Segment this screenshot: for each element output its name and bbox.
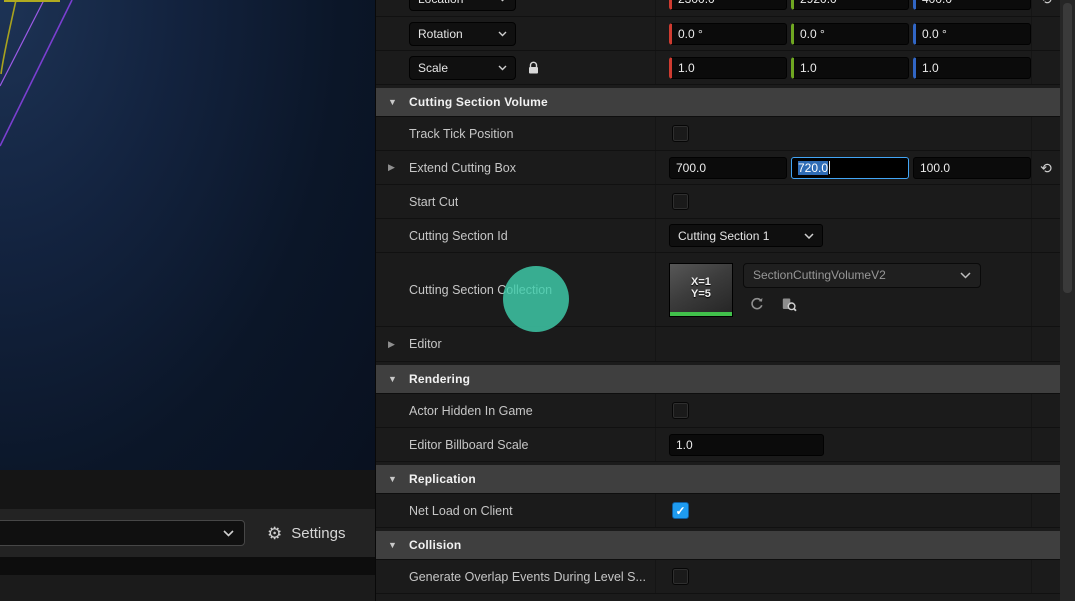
rotation-dropdown[interactable]: Rotation [409,21,516,46]
asset-select-dropdown[interactable]: SectionCuttingVolumeV2 [743,262,981,288]
bottom-panel [0,575,375,601]
rotation-z-input[interactable]: 0.0 ° [913,22,1031,45]
bottom-dropdown[interactable] [0,520,245,546]
collapse-arrow-icon: ▼ [388,474,397,484]
chevron-down-icon [498,65,507,70]
actor-hidden-in-game-checkbox[interactable] [672,402,689,419]
scrollbar-thumb[interactable] [1063,3,1072,293]
expand-arrow-icon[interactable]: ▶ [388,162,395,173]
property-row-generate-overlap-events: Generate Overlap Events During Level S..… [376,560,1075,594]
property-row-editor-billboard-scale: Editor Billboard Scale 1.0 [376,428,1075,462]
details-panel: Location 2300.0 2920.0 400.0 ⟲ [375,0,1075,601]
property-row-cutting-section-collection: Cutting Section Collection X=1 Y=5 Secti… [376,253,1075,327]
bottom-panel-spacer [0,470,375,509]
location-dropdown[interactable]: Location [409,0,516,11]
editor-billboard-scale-input[interactable]: 1.0 [669,433,824,456]
gear-icon: ⚙ [267,523,283,543]
scale-label: Scale [418,60,449,75]
chevron-down-icon [223,529,234,537]
generate-overlap-events-checkbox[interactable] [672,568,689,585]
scale-dropdown[interactable]: Scale [409,55,516,80]
category-header-cutting-section-volume[interactable]: ▼ Cutting Section Volume [376,88,1075,117]
bottom-toolbar: ⚙ Settings [0,509,375,557]
extend-cutting-box-x-input[interactable]: 700.0 [669,156,787,179]
category-header-rendering[interactable]: ▼ Rendering [376,365,1075,394]
chevron-down-icon [498,31,507,36]
text-caret [829,161,831,174]
net-load-on-client-checkbox[interactable]: ✓ [672,502,689,519]
extend-cutting-box-z-input[interactable]: 100.0 [913,156,1031,179]
property-row-location: Location 2300.0 2920.0 400.0 ⟲ [376,0,1075,17]
property-row-rotation: Rotation 0.0 ° 0.0 ° 0.0 ° [376,17,1075,51]
collapse-arrow-icon: ▼ [388,97,397,107]
property-row-track-tick-position: Track Tick Position [376,117,1075,151]
property-row-actor-hidden-in-game: Actor Hidden In Game [376,394,1075,428]
rotation-y-input[interactable]: 0.0 ° [791,22,909,45]
location-x-input[interactable]: 2300.0 [669,0,787,10]
scale-lock-icon[interactable] [527,61,540,75]
details-scrollbar[interactable] [1060,0,1075,601]
level-viewport[interactable] [0,0,375,470]
settings-label: Settings [291,524,346,542]
property-row-extend-cutting-box: ▶ Extend Cutting Box 700.0 720.0 100.0 ⟲ [376,151,1075,185]
rotation-x-input[interactable]: 0.0 ° [669,22,787,45]
property-row-cutting-section-id: Cutting Section Id Cutting Section 1 [376,219,1075,253]
property-row-editor: ▶ Editor [376,327,1075,362]
property-row-net-load-on-client: Net Load on Client ✓ [376,494,1075,528]
collapse-arrow-icon: ▼ [388,540,397,550]
reset-location-button[interactable]: ⟲ [1040,0,1052,6]
click-highlight [503,266,569,332]
asset-thumbnail[interactable]: X=1 Y=5 [669,262,733,317]
settings-button[interactable]: ⚙ Settings [267,525,345,542]
asset-type-color-bar [670,311,732,316]
reset-extend-cutting-box-button[interactable]: ⟲ [1040,161,1052,175]
scale-x-input[interactable]: 1.0 [669,56,787,79]
property-row-scale: Scale 1.0 1.0 1.0 [376,51,1075,85]
use-selected-asset-icon[interactable] [749,296,765,312]
chevron-down-icon [501,0,504,2]
start-cut-checkbox[interactable] [672,193,689,210]
expand-arrow-icon[interactable]: ▶ [388,339,395,350]
category-header-collision[interactable]: ▼ Collision [376,531,1075,560]
location-label: Location [418,0,463,6]
extend-cutting-box-y-input[interactable]: 720.0 [791,156,909,179]
scale-z-input[interactable]: 1.0 [913,56,1031,79]
asset-thumbnail-image: X=1 Y=5 [691,275,711,300]
cutting-section-id-dropdown[interactable]: Cutting Section 1 [669,224,823,247]
browse-to-asset-icon[interactable] [780,296,797,312]
bottom-panel-divider [0,557,375,575]
viewport-wireframe [0,0,73,147]
scale-y-input[interactable]: 1.0 [791,56,909,79]
check-icon: ✓ [675,503,686,518]
chevron-down-icon [804,232,814,239]
collapse-arrow-icon: ▼ [388,374,397,384]
location-y-input[interactable]: 2920.0 [791,0,909,10]
track-tick-position-checkbox[interactable] [672,125,689,142]
location-z-input[interactable]: 400.0 [913,0,1031,10]
property-row-start-cut: Start Cut [376,185,1075,219]
chevron-down-icon [960,271,971,279]
category-header-replication[interactable]: ▼ Replication [376,465,1075,494]
rotation-label: Rotation [418,26,463,41]
